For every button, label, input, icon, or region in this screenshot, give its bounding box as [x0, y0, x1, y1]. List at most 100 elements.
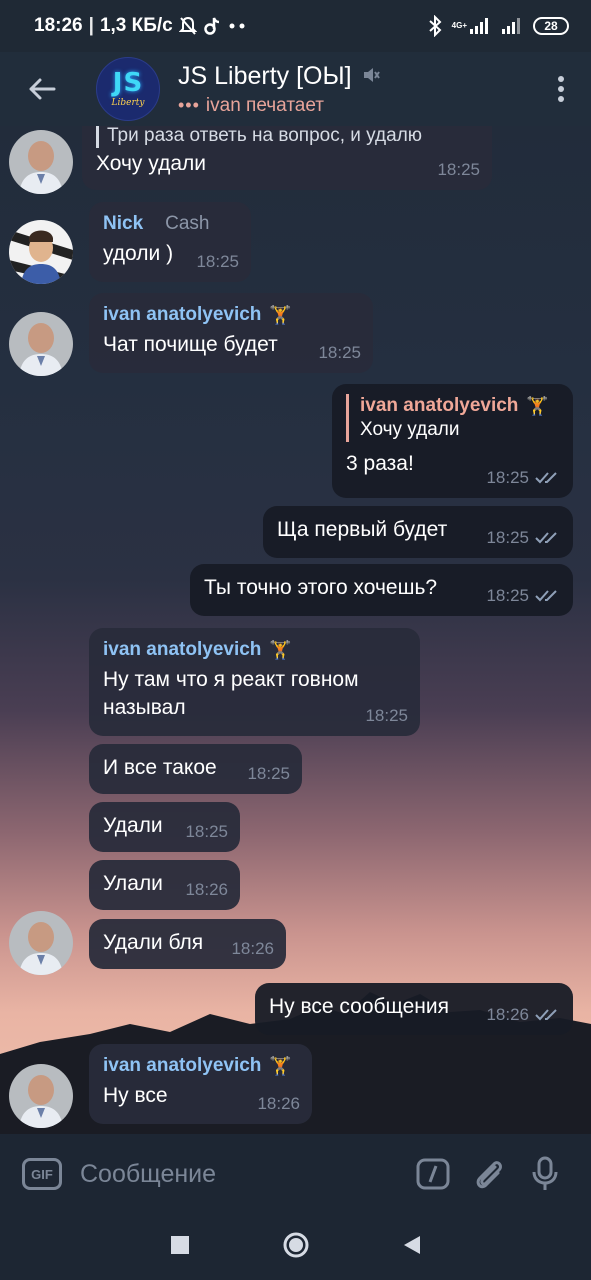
message-bubble[interactable]: ivan anatolyevich 🏋 Ну там что я реакт г…: [89, 628, 420, 736]
sender-name: ivan anatolyevich: [103, 1055, 262, 1076]
network-type-label: 4G+: [451, 21, 467, 30]
double-check-icon: [535, 1009, 557, 1021]
message-time: 18:26: [257, 1094, 300, 1113]
weightlifter-emoji-icon: 🏋: [269, 1056, 292, 1076]
message-time-row: 18:25: [486, 582, 561, 610]
message-time: 18:25: [486, 528, 529, 547]
bot-commands-button[interactable]: [405, 1146, 461, 1202]
message-time: 18:26: [486, 1005, 529, 1024]
square-icon: [170, 1235, 189, 1254]
weightlifter-emoji-icon: 🏋: [269, 640, 292, 660]
avatar-ivan[interactable]: [9, 911, 73, 975]
typing-text: ivan печатает: [205, 94, 325, 116]
gif-button[interactable]: GIF: [22, 1158, 62, 1190]
double-check-icon: [535, 590, 557, 602]
mute-notifications-icon: [178, 16, 197, 36]
message-time: 18:25: [196, 252, 239, 271]
message-time: 18:25: [486, 586, 529, 605]
message-time: 18:25: [318, 343, 361, 362]
status-bar: 18:26 | 1,3 КБ/с 4G+ 28: [0, 0, 591, 52]
tiktok-icon: [203, 16, 221, 36]
message-input[interactable]: Сообщение: [80, 1160, 405, 1189]
sender-name: ivan anatolyevich: [103, 304, 262, 325]
chat-title-row: JS Liberty [ОЫ]: [178, 62, 380, 91]
group-avatar[interactable]: JS Liberty: [96, 57, 160, 121]
message-time: 18:25: [437, 160, 480, 179]
system-navigation-bar: [0, 1214, 591, 1280]
slash-command-icon: [416, 1158, 450, 1190]
sender-row: ivan anatolyevich 🏋: [103, 638, 406, 662]
message-bubble[interactable]: Три раза ответь на вопрос, и удалю Хочу …: [82, 126, 492, 190]
back-nav-button[interactable]: [402, 1234, 422, 1261]
message-bubble[interactable]: Ща первый будет 18:25: [263, 506, 573, 558]
avatar-ivan[interactable]: [9, 1064, 73, 1128]
message-bubble[interactable]: Nick Cash удоли ) 18:25: [89, 202, 251, 282]
header-text[interactable]: JS Liberty [ОЫ] ••• ivan печатает: [178, 62, 380, 117]
double-check-icon: [535, 532, 557, 544]
reply-text: Хочу удали: [360, 419, 460, 440]
message-text: Ну там что я реакт говном называл: [103, 668, 359, 719]
reply-sender-name: ivan anatolyevich: [360, 395, 519, 416]
message-bubble[interactable]: ivan anatolyevich 🏋 Ну все 18:26: [89, 1044, 312, 1124]
message-bubble[interactable]: Ты точно этого хочешь? 18:25: [190, 564, 573, 616]
chat-area[interactable]: Три раза ответь на вопрос, и удалю Хочу …: [0, 126, 591, 1134]
avatar-ivan[interactable]: [9, 130, 73, 194]
double-check-icon: [535, 472, 557, 484]
weightlifter-emoji-icon: 🏋: [526, 396, 549, 416]
message-bubble[interactable]: ivan anatolyevich 🏋 Чат почище будет 18:…: [89, 293, 373, 373]
message-time: 18:25: [185, 822, 228, 841]
microphone-icon: [532, 1156, 558, 1190]
message-time: 18:25: [247, 764, 290, 783]
message-bubble[interactable]: Улали 18:26: [89, 860, 240, 910]
sender-row: Nick Cash: [103, 212, 237, 236]
sender-row: ivan anatolyevich 🏋: [103, 1054, 298, 1078]
menu-button[interactable]: [531, 52, 591, 126]
sender-tag: Cash: [165, 213, 210, 234]
status-speed: 1,3 КБ/с: [99, 15, 173, 36]
paperclip-icon: [476, 1161, 502, 1189]
home-button[interactable]: [282, 1231, 310, 1264]
signal-icon: [501, 17, 523, 35]
more-dots-icon: [227, 22, 247, 30]
avatar-nick[interactable]: [9, 220, 73, 284]
back-button[interactable]: [0, 52, 84, 126]
group-avatar-subtitle: Liberty: [111, 98, 145, 108]
triangle-back-icon: [403, 1235, 420, 1254]
message-bubble[interactable]: И все такое 18:25: [89, 744, 302, 794]
status-separator: |: [88, 15, 94, 36]
message-bubble[interactable]: Удали 18:25: [89, 802, 240, 852]
vertical-dots-icon: [558, 76, 564, 102]
circle-icon: [283, 1232, 308, 1257]
sender-name: ivan anatolyevich: [103, 639, 262, 660]
quoted-text: Три раза ответь на вопрос, и удалю: [96, 126, 478, 148]
message-time: 18:26: [231, 939, 274, 958]
voice-message-button[interactable]: [517, 1146, 573, 1202]
bluetooth-icon: [428, 15, 442, 37]
avatar-ivan[interactable]: [9, 312, 73, 376]
chat-header: JS Liberty JS Liberty [ОЫ] ••• ivan печа…: [0, 52, 591, 126]
sender-row: ivan anatolyevich 🏋: [103, 303, 359, 327]
message-time-row: 18:26: [486, 1001, 561, 1029]
reply-preview[interactable]: ivan anatolyevich 🏋 Хочу удали: [346, 394, 559, 442]
arrow-left-icon: [29, 78, 56, 100]
message-bubble[interactable]: ivan anatolyevich 🏋 Хочу удали 3 раза! 1…: [332, 384, 573, 498]
recents-button[interactable]: [170, 1235, 190, 1260]
group-avatar-initials: JS: [112, 68, 144, 98]
message-bubble[interactable]: Ну все сообщения 18:26: [255, 983, 573, 1035]
status-time: 18:26: [34, 15, 83, 36]
message-text: Хочу удали: [96, 152, 206, 175]
message-time: 18:25: [486, 468, 529, 487]
signal-icon: 4G+: [452, 17, 491, 35]
chat-title: JS Liberty [ОЫ]: [178, 61, 352, 90]
muted-icon: [362, 62, 380, 91]
message-bubble[interactable]: Удали бля 18:26: [89, 919, 286, 969]
message-time-row: 18:25: [486, 524, 561, 552]
typing-dots-icon: •••: [178, 95, 200, 115]
typing-status: ••• ivan печатает: [178, 95, 380, 117]
message-time: 18:26: [185, 880, 228, 899]
reply-name-row: ivan anatolyevich 🏋: [360, 394, 559, 418]
battery-icon: 28: [533, 17, 569, 35]
message-time-row: 18:25: [486, 464, 561, 492]
message-input-bar: GIF Сообщение: [0, 1134, 591, 1214]
attach-button[interactable]: [461, 1146, 517, 1202]
